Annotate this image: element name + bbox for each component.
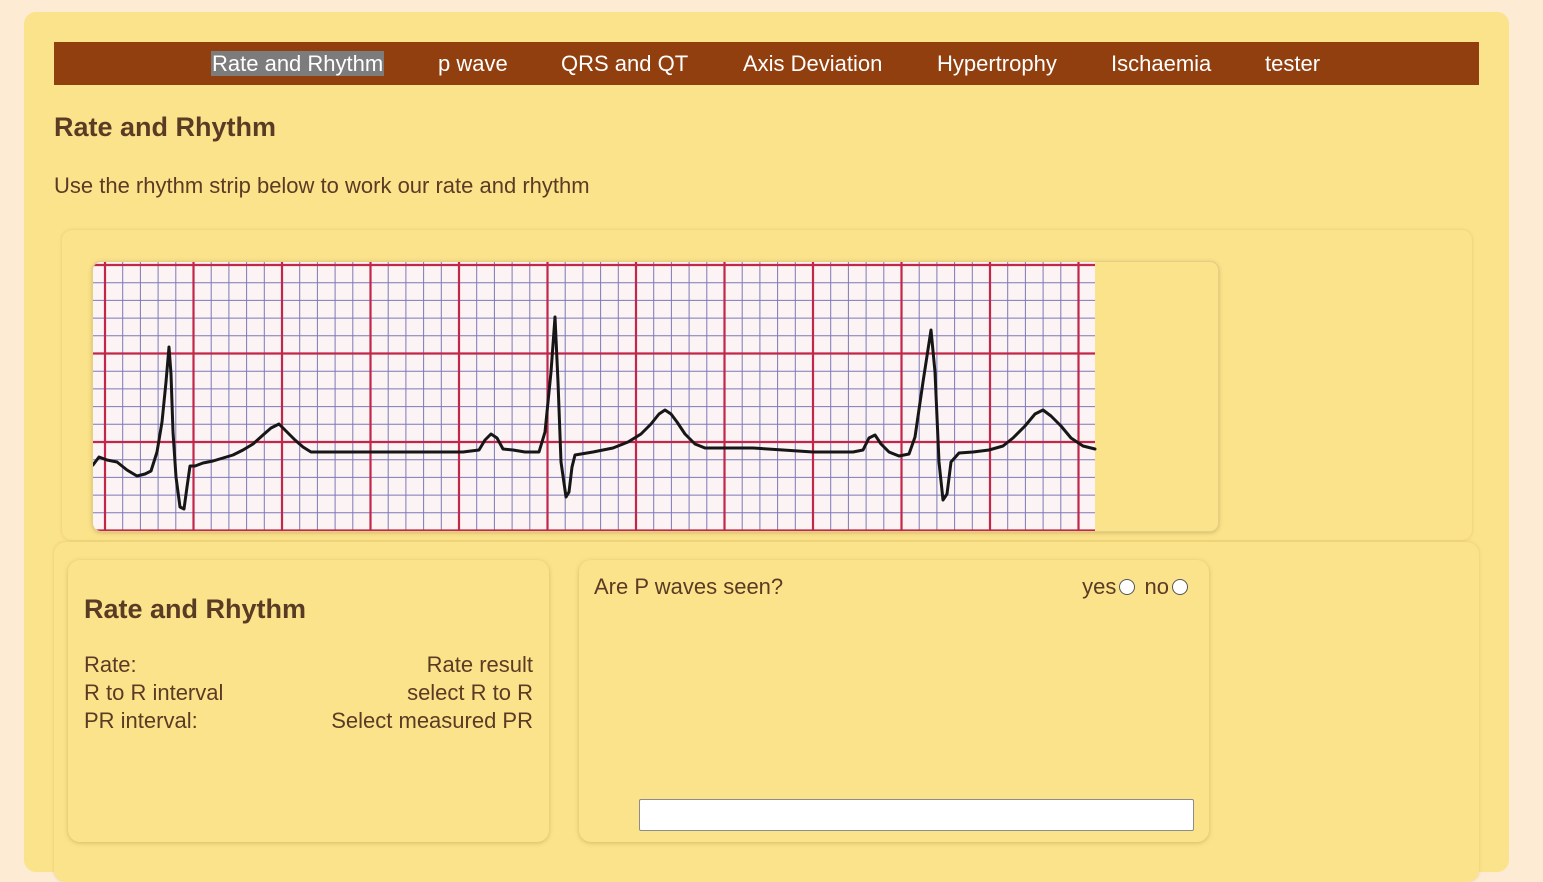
nav-item-ischaemia[interactable]: Ischaemia — [1111, 42, 1211, 85]
nav-item-rate-and-rhythm[interactable]: Rate and Rhythm — [211, 42, 385, 85]
nav-item-qrs-and-qt[interactable]: QRS and QT — [561, 42, 688, 85]
no-radio[interactable] — [1172, 579, 1188, 595]
page-intro: Use the rhythm strip below to work our r… — [54, 173, 590, 198]
rr-interval-value: select R to R — [407, 680, 533, 705]
rr-interval-label: R to R interval — [84, 680, 224, 705]
pr-interval-value: Select measured PR — [331, 708, 533, 733]
rhythm-strip-frame — [92, 261, 1219, 532]
ecg-rhythm-strip-image — [93, 262, 1097, 531]
question-box: Are P waves seen? yes no — [579, 560, 1209, 842]
yes-radio[interactable] — [1119, 579, 1136, 595]
page-title: Rate and Rhythm — [54, 112, 277, 142]
p-waves-options: yes no — [1082, 574, 1191, 600]
nav-item-p-wave[interactable]: p wave — [438, 42, 508, 85]
nav-item-axis-deviation[interactable]: Axis Deviation — [743, 42, 882, 85]
nav-item-hypertrophy[interactable]: Hypertrophy — [937, 42, 1057, 85]
nav-bar: Rate and Rhythm p wave QRS and QT Axis D… — [54, 42, 1479, 85]
rr-interval-row: R to R interval select R to R — [84, 680, 533, 708]
main-card: Rate and Rhythm p wave QRS and QT Axis D… — [24, 12, 1509, 882]
pr-interval-label: PR interval: — [84, 708, 198, 733]
no-label: no — [1144, 574, 1169, 599]
answer-input[interactable] — [639, 799, 1194, 831]
rate-row: Rate: Rate result — [84, 652, 533, 680]
nav-item-tester[interactable]: tester — [1265, 42, 1320, 85]
rate-value: Rate result — [426, 652, 533, 677]
summary-title: Rate and Rhythm — [84, 594, 307, 624]
yes-label: yes — [1082, 574, 1117, 599]
pr-interval-row: PR interval: Select measured PR — [84, 708, 533, 736]
p-waves-question: Are P waves seen? — [594, 574, 784, 599]
summary-box: Rate and Rhythm Rate: Rate result R to R… — [68, 560, 549, 842]
rate-label: Rate: — [84, 652, 137, 677]
